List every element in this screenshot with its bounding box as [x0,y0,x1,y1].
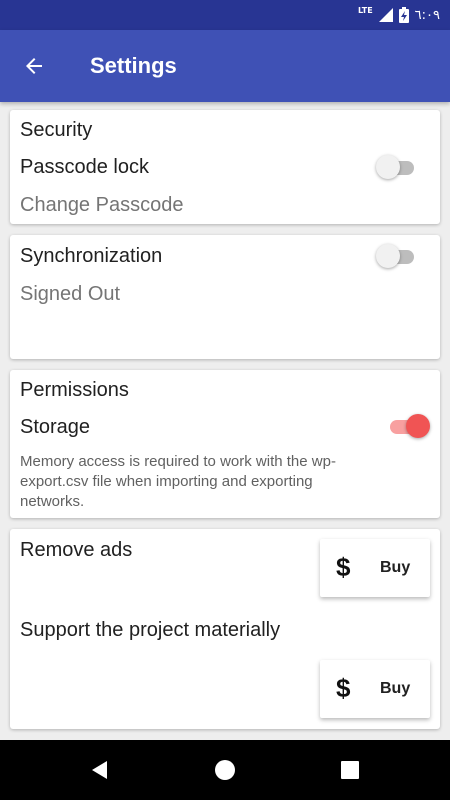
support-buy-button[interactable]: $ Buy [320,660,430,718]
synchronization-switch[interactable] [376,243,420,271]
switch-thumb [406,414,430,438]
status-bar: LTE ٦:٠٩ [0,0,450,30]
status-icons: LTE ٦:٠٩ [358,4,440,26]
permissions-card: Permissions Storage Memory access is req… [10,370,440,518]
storage-switch[interactable] [386,413,430,441]
buy-label: Buy [380,559,411,576]
passcode-lock-switch[interactable] [376,154,420,182]
back-triangle-icon [92,761,107,779]
storage-description: Memory access is required to work with t… [20,453,336,510]
synchronization-card: Synchronization Signed Out [10,235,440,359]
remove-ads-buy-button[interactable]: $ Buy [320,539,430,597]
storage-label: Storage [20,416,91,438]
clock: ٦:٠٩ [414,7,440,23]
synchronization-title: Synchronization [20,245,163,267]
purchases-card: Remove ads $ Buy Support the project mat… [10,529,440,729]
passcode-lock-label: Passcode lock [20,156,149,178]
dollar-icon: $ [336,673,351,703]
navigation-bar [0,740,450,800]
signal-icon [378,8,393,22]
change-passcode-item[interactable]: Change Passcode [20,194,183,217]
sync-status: Signed Out [20,283,121,305]
back-button[interactable] [16,48,52,84]
page-title: Settings [90,53,177,78]
nav-back-button[interactable] [84,754,116,786]
nav-home-button[interactable] [209,754,241,786]
dollar-icon: $ [336,552,351,582]
app-bar: Settings [0,30,450,102]
security-card: Security Passcode lock Change Passcode [10,110,440,224]
nav-recents-button[interactable] [334,754,366,786]
switch-thumb [376,244,400,268]
security-title: Security [20,119,93,141]
permissions-title: Permissions [20,379,129,401]
home-circle-icon [215,760,235,780]
arrow-back-icon [26,58,42,74]
remove-ads-label: Remove ads [20,539,133,561]
battery-charging-icon [398,7,409,23]
network-type: LTE [357,6,373,15]
support-project-label: Support the project materially [20,619,281,641]
recents-square-icon [341,761,359,779]
switch-thumb [376,155,400,179]
buy-label: Buy [380,680,411,697]
